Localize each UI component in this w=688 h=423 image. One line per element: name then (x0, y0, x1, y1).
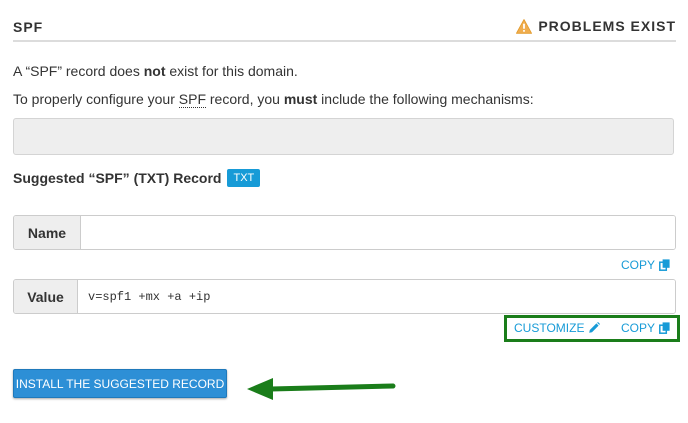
suggested-record-label: Suggested “SPF” (TXT) Record (13, 170, 222, 186)
section-header: SPF PROBLEMS EXIST (13, 10, 676, 42)
copy-value-link[interactable]: COPY (621, 321, 670, 335)
record-type-badge: TXT (227, 169, 261, 187)
suggested-record-heading: Suggested “SPF” (TXT) Record TXT (13, 169, 261, 187)
warning-icon (516, 18, 533, 34)
value-field-group: Value (13, 279, 676, 314)
copy-icon (659, 322, 670, 334)
message-text: A “SPF” record does (13, 63, 144, 79)
message-text: exist for this domain. (165, 63, 298, 79)
name-field-group: Name (13, 215, 676, 250)
customize-label: CUSTOMIZE (514, 321, 585, 335)
instruction-emphasis: must (283, 91, 318, 107)
section-title: SPF (13, 19, 44, 35)
configure-instruction: To properly configure your SPF record, y… (13, 91, 534, 108)
customize-link[interactable]: CUSTOMIZE (514, 321, 601, 335)
message-emphasis: not (143, 63, 166, 79)
mechanisms-box (13, 118, 674, 155)
record-missing-message: A “SPF” record does not exist for this d… (13, 63, 298, 79)
pencil-icon (589, 322, 601, 333)
copy-label: COPY (621, 321, 656, 335)
green-arrow-icon (247, 378, 396, 400)
instruction-text: To properly configure your (13, 91, 179, 107)
value-input[interactable] (78, 280, 675, 313)
name-input[interactable] (81, 216, 675, 249)
copy-name-link[interactable]: COPY (621, 258, 670, 272)
name-label: Name (14, 216, 81, 249)
status-indicator: PROBLEMS EXIST (516, 18, 676, 34)
status-text: PROBLEMS EXIST (538, 18, 676, 34)
copy-label: COPY (621, 258, 656, 272)
instruction-text: include the following mechanisms: (317, 91, 534, 107)
install-suggested-record-button[interactable]: INSTALL THE SUGGESTED RECORD (13, 369, 227, 398)
value-label: Value (14, 280, 78, 313)
spf-abbreviation: SPF (178, 91, 206, 108)
instruction-text: record, you (206, 91, 284, 107)
copy-icon (659, 259, 670, 271)
